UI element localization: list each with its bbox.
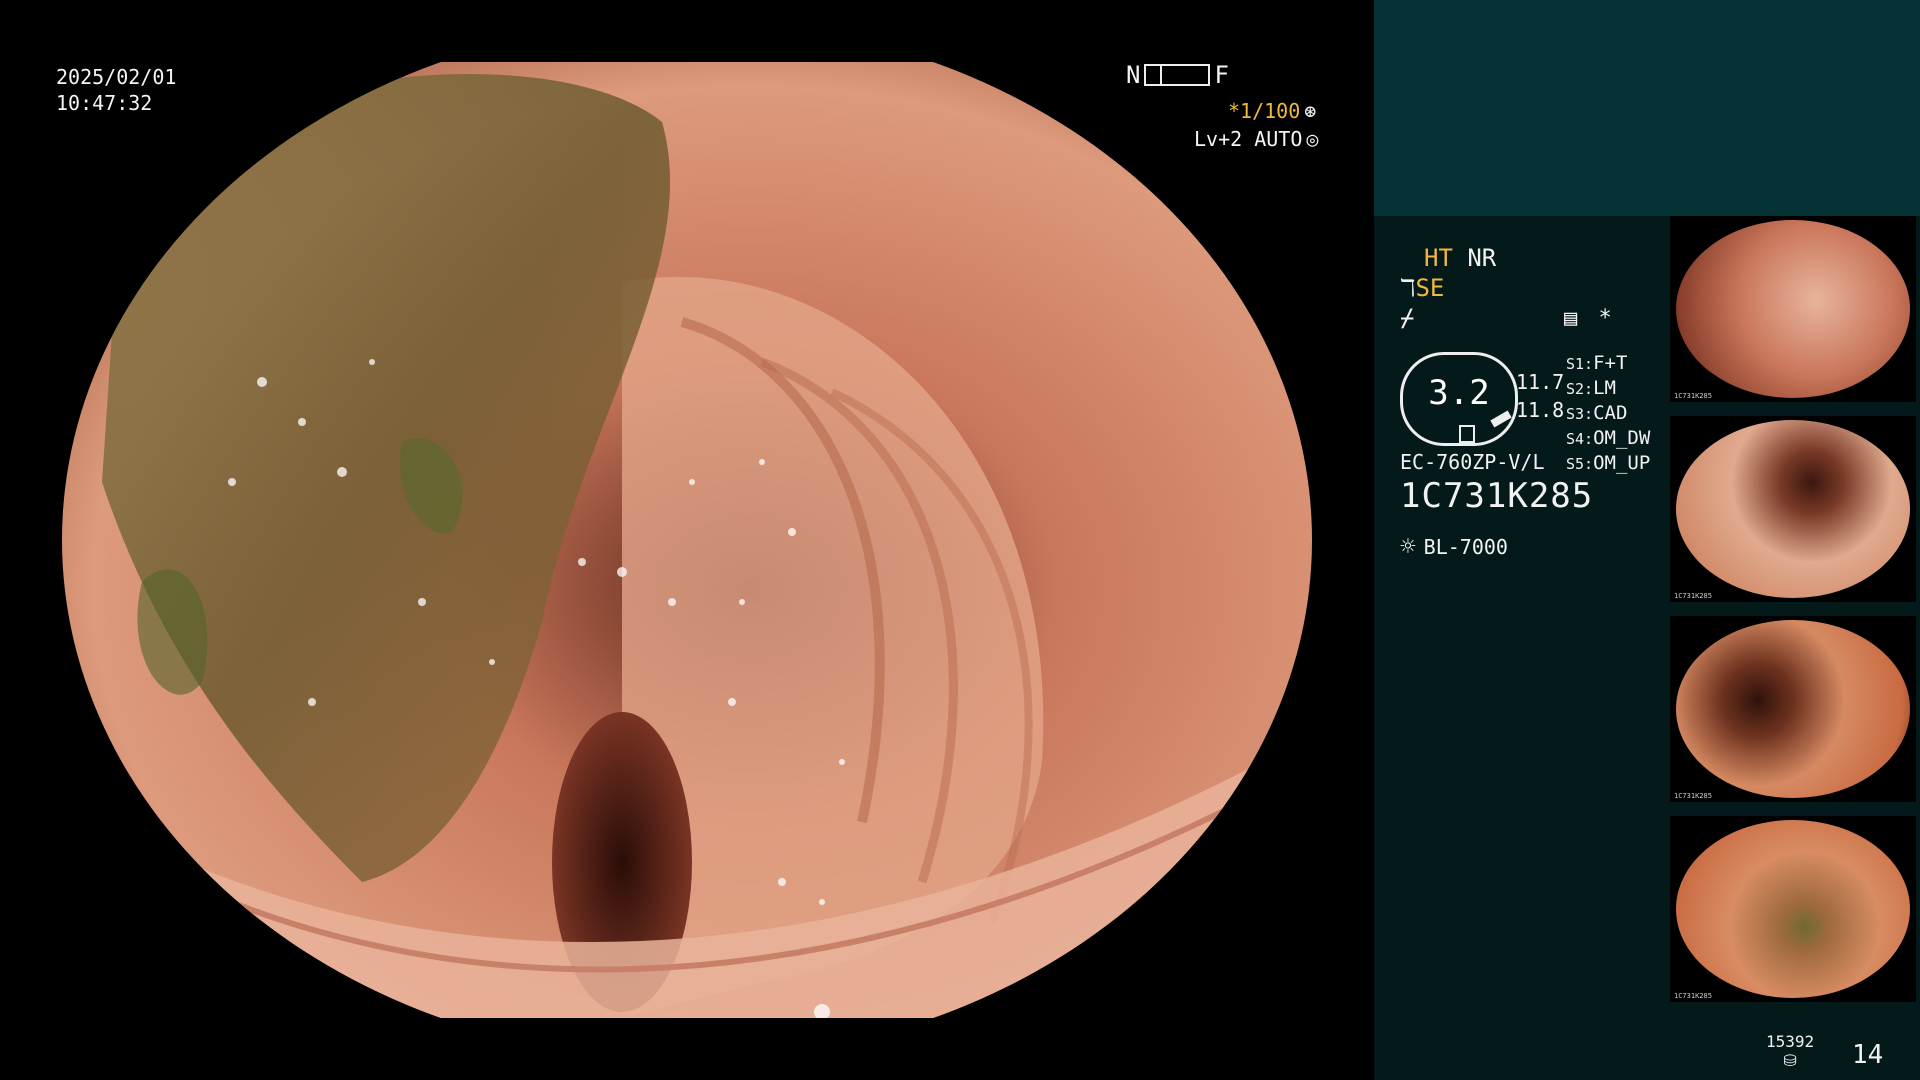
near-label: N [1126,61,1141,89]
date-label: 2025/02/01 [56,65,177,89]
scope-model: EC-760ZP-V/L [1400,450,1545,474]
storage-icon: ⛁ [1783,1051,1797,1070]
panel-header-area [1374,0,1920,216]
slot-3: S3:CAD [1566,402,1628,424]
gauge-tick-icon [1490,410,1512,428]
sun-icon: ☼ [1400,532,1416,562]
thumbnail-image [1676,820,1910,998]
shutter-readout: *1/100 ⊛ [1228,98,1316,124]
thumbnail-label: 1C731K285 [1674,592,1712,600]
focus-bar [1144,64,1211,86]
focus-indicator: N F [1126,62,1229,88]
counter-value: 15392 [1766,1032,1815,1051]
capture-thumbnail-2[interactable]: 1C731K285 [1670,416,1916,602]
brightness-level: Lv+2 AUTO ◎ [1194,126,1318,152]
thumbnail-image [1676,420,1910,598]
menu-icon: ▤ [1564,306,1578,331]
ht-nr-row: HT NR [1424,244,1496,272]
slot-5: S5:OM_UP [1566,452,1651,474]
settings-row: ▤ * [1564,306,1612,331]
slot-1: S1:F+T [1566,352,1628,374]
far-label: F [1214,61,1229,89]
gauge-square-icon [1459,425,1475,443]
auto-target-icon: ◎ [1306,127,1319,151]
light-source-label: BL-7000 [1423,535,1508,559]
capture-thumbnail-3[interactable]: 1C731K285 [1670,616,1916,802]
nr-label: NR [1467,244,1497,272]
date-time: 2025/02/01 10:47:32 [56,64,176,116]
thumbnail-image [1676,620,1910,798]
zoom-gauge: 3.2 [1400,352,1518,446]
thumbnail-label: 1C731K285 [1674,392,1712,400]
se-label: SE [1415,274,1445,302]
capture-thumbnail-4[interactable]: 1C731K285 [1670,816,1916,1002]
light-source-row: ☼ BL-7000 [1400,532,1508,562]
gauge-value: 3.2 [1428,373,1490,413]
edge-icon: ⌿ [1400,304,1415,332]
level-label: Lv+2 AUTO [1194,127,1303,151]
thumbnail-label: 1C731K285 [1674,992,1712,1000]
endoscope-view [62,62,1312,1018]
thumbnail-image [1676,220,1910,398]
thumbnail-label: 1C731K285 [1674,792,1712,800]
time-label: 10:47:32 [56,91,153,115]
gauge-reading-2: 11.8 [1516,398,1565,422]
page-number: 14 [1852,1040,1884,1070]
scope-serial: 1C731K285 [1400,476,1594,516]
capture-thumbnail-1[interactable]: 1C731K285 [1670,216,1916,402]
gauge-reading-1: 11.7 [1516,370,1565,394]
ht-label: HT [1424,244,1453,272]
shutter-label: *1/100 [1228,99,1301,123]
info-panel: HT NR ℸSE ⌿ ▤ * 3.2 11.7 11.8 S1:F+T S2:… [1374,0,1920,1080]
slot-2: S2:LM [1566,377,1616,399]
structure-enhance-icon: ℸ [1400,274,1416,302]
slot-4: S4:OM_DW [1566,427,1651,449]
se-row: ℸSE [1400,274,1444,302]
aperture-icon: ⊛ [1304,99,1317,123]
settings-star: * [1598,306,1612,331]
storage-counter: 15392 ⛁ [1766,1032,1814,1070]
